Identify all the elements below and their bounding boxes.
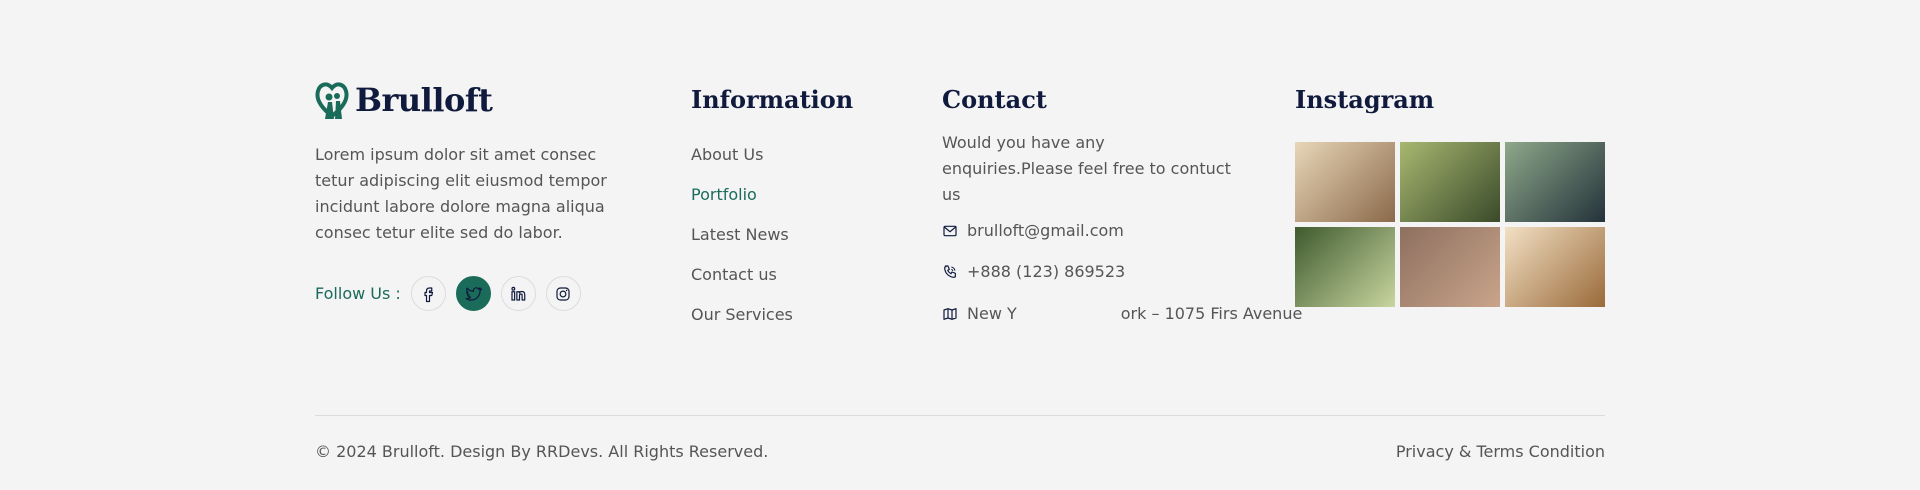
map-icon xyxy=(943,307,957,320)
footer-divider xyxy=(315,415,1605,416)
instagram-photo-1[interactable] xyxy=(1295,142,1395,222)
brand-name: Brulloft xyxy=(355,81,493,119)
twitter-button[interactable] xyxy=(455,276,491,311)
instagram-icon xyxy=(556,286,570,301)
twitter-icon xyxy=(465,286,483,301)
about-text: Lorem ipsum dolor sit amet consec tetur … xyxy=(315,145,607,242)
instagram-photo-3[interactable] xyxy=(1505,142,1605,222)
follow-us: Follow Us : xyxy=(315,276,591,311)
instagram-photo-2[interactable] xyxy=(1400,142,1500,222)
phone-icon xyxy=(944,264,956,278)
instagram-button[interactable] xyxy=(545,276,581,311)
link-about-us[interactable]: About Us xyxy=(691,140,793,180)
mail-icon xyxy=(943,225,957,236)
instagram-photo-4[interactable] xyxy=(1295,227,1395,307)
contact-address: New Y ork – 1075 Firs Avenue xyxy=(942,304,1302,323)
instagram-grid xyxy=(1295,142,1605,307)
linkedin-icon xyxy=(511,286,526,301)
follow-us-label: Follow Us : xyxy=(315,284,401,303)
linkedin-button[interactable] xyxy=(500,276,536,311)
copyright-text: © 2024 Brulloft. Design By RRDevs. All R… xyxy=(315,442,769,461)
link-latest-news[interactable]: Latest News xyxy=(691,220,793,260)
contact-email[interactable]: brulloft@gmail.com xyxy=(942,221,1124,240)
heart-couple-logo-icon xyxy=(315,82,349,119)
privacy-terms-link[interactable]: Privacy & Terms Condition xyxy=(1396,442,1605,461)
address-text-part1: New Y xyxy=(967,304,1017,323)
link-portfolio[interactable]: Portfolio xyxy=(691,180,793,220)
contact-phone[interactable]: +888 (123) 869523 xyxy=(942,262,1125,281)
link-our-services[interactable]: Our Services xyxy=(691,300,793,340)
contact-text: Would you have any enquiries.Please feel… xyxy=(942,133,1231,204)
phone-text: +888 (123) 869523 xyxy=(967,262,1126,281)
facebook-button[interactable] xyxy=(410,276,446,311)
address-text-part2: ork – 1075 Firs Avenue xyxy=(1120,304,1303,323)
instagram-photo-6[interactable] xyxy=(1505,227,1605,307)
link-contact-us[interactable]: Contact us xyxy=(691,260,793,300)
contact-title: Contact xyxy=(942,85,1047,114)
information-links: About Us Portfolio Latest News Contact u… xyxy=(691,140,793,340)
instagram-title: Instagram xyxy=(1295,85,1435,114)
email-text: brulloft@gmail.com xyxy=(967,221,1124,240)
brand[interactable]: Brulloft xyxy=(315,80,493,120)
facebook-icon xyxy=(424,286,434,302)
instagram-photo-5[interactable] xyxy=(1400,227,1500,307)
information-title: Information xyxy=(691,85,854,114)
